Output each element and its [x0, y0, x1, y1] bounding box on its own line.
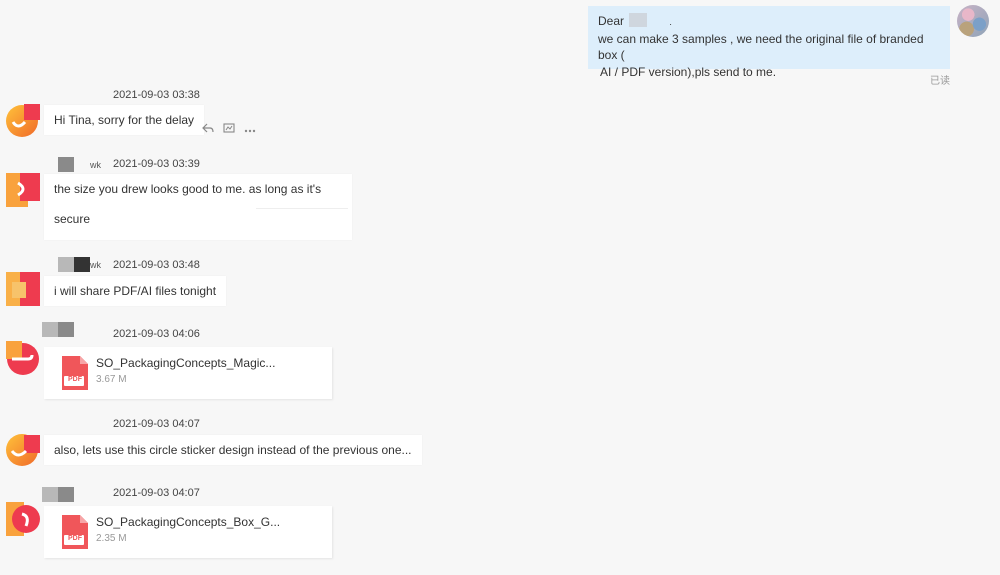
outgoing-greeting: Dear	[598, 14, 625, 28]
pdf-icon-label: PDF	[68, 535, 82, 542]
redacted-sender	[58, 257, 74, 272]
contact-avatar[interactable]	[6, 173, 40, 207]
message-actions	[199, 123, 259, 136]
message-timestamp: 2021-09-03 04:07	[113, 418, 200, 430]
redacted-sender	[58, 322, 74, 337]
redacted-sender	[58, 157, 74, 172]
sender-name: wk	[90, 260, 101, 270]
contact-avatar[interactable]	[6, 341, 40, 375]
sender-name: wk	[90, 160, 101, 170]
file-name: SO_PackagingConcepts_Box_G...	[96, 515, 281, 529]
file-size: 3.67 M	[96, 374, 127, 385]
file-size: 2.35 M	[96, 533, 127, 544]
redacted-sender	[74, 257, 90, 272]
outgoing-message-bubble: Dear . we can make 3 samples , we need t…	[588, 6, 950, 79]
contact-avatar[interactable]	[6, 272, 40, 306]
contact-avatar[interactable]	[6, 502, 40, 536]
file-attachment-card[interactable]: PDF SO_PackagingConcepts_Magic... 3.67 M	[44, 347, 332, 399]
redacted-sender	[42, 322, 58, 337]
message-text: the size you drew looks good to me. as l…	[54, 182, 322, 226]
message-bubble[interactable]: also, lets use this circle sticker desig…	[44, 435, 422, 465]
file-attachment-card[interactable]: PDF SO_PackagingConcepts_Box_G... 2.35 M	[44, 506, 332, 558]
pdf-file-icon	[62, 356, 88, 390]
message-timestamp: 2021-09-03 03:38	[113, 89, 200, 101]
file-name: SO_PackagingConcepts_Magic...	[96, 356, 276, 370]
image-reply-icon[interactable]	[220, 123, 238, 136]
pdf-icon-label: PDF	[68, 376, 82, 383]
redacted-sender	[58, 487, 74, 502]
message-bubble[interactable]: the size you drew looks good to me. as l…	[44, 174, 352, 240]
my-avatar[interactable]	[957, 5, 989, 37]
redacted-name	[629, 13, 648, 27]
message-timestamp: 2021-09-03 03:39	[113, 158, 200, 170]
message-timestamp: 2021-09-03 04:06	[113, 328, 200, 340]
message-timestamp: 2021-09-03 04:07	[113, 487, 200, 499]
more-icon[interactable]	[241, 124, 259, 136]
pdf-file-icon	[62, 515, 88, 549]
message-timestamp: 2021-09-03 03:48	[113, 259, 200, 271]
redacted-sender	[42, 487, 58, 502]
reply-icon[interactable]	[199, 123, 217, 136]
read-status: 已读	[930, 76, 950, 87]
outgoing-line-1: we can make 3 samples , we need the orig…	[598, 31, 924, 63]
message-bubble[interactable]: i will share PDF/AI files tonight	[44, 276, 227, 306]
contact-avatar[interactable]	[6, 104, 40, 138]
message-bubble[interactable]: Hi Tina, sorry for the delay	[44, 105, 205, 135]
outgoing-line-2: AI / PDF version),pls send to me.	[600, 64, 777, 79]
contact-avatar[interactable]	[6, 433, 40, 467]
